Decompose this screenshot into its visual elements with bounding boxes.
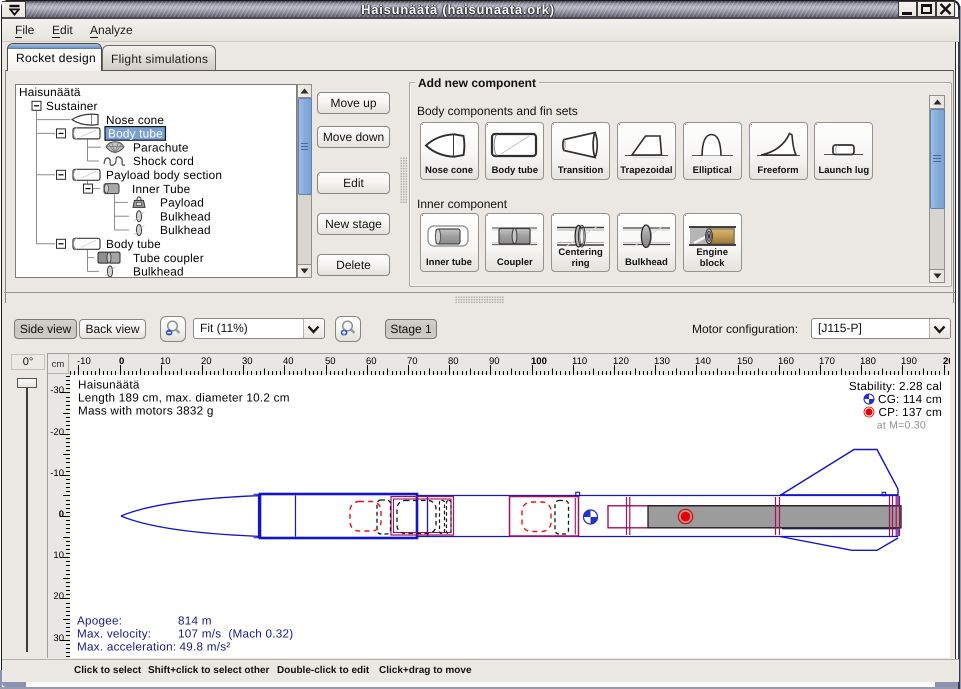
- svg-text:Bulkhead: Bulkhead: [160, 223, 211, 237]
- svg-text:Haisunäätä: Haisunäätä: [78, 379, 140, 392]
- svg-text:Tube coupler: Tube coupler: [133, 251, 204, 265]
- svg-text:Shock cord: Shock cord: [133, 154, 194, 168]
- svg-text:70: 70: [407, 356, 418, 367]
- svg-text:-10: -10: [77, 356, 91, 367]
- svg-text:190: 190: [901, 356, 917, 367]
- svg-text:-20: -20: [50, 427, 64, 438]
- svg-text:Payload: Payload: [160, 196, 204, 210]
- svg-text:Haisunäätä: Haisunäätä: [19, 85, 81, 99]
- svg-text:80: 80: [448, 356, 459, 367]
- svg-text:120: 120: [613, 356, 629, 367]
- svg-text:140: 140: [695, 356, 711, 367]
- svg-text:60: 60: [366, 356, 377, 367]
- svg-text:Mass with motors 3832 g: Mass with motors 3832 g: [78, 405, 214, 418]
- svg-text:30: 30: [53, 633, 64, 644]
- svg-text:Bulkhead: Bulkhead: [133, 265, 184, 277]
- svg-text:Body tube: Body tube: [108, 127, 163, 141]
- svg-text:20: 20: [53, 591, 64, 602]
- svg-text:Body tube: Body tube: [106, 237, 161, 251]
- svg-text:Max. acceleration:: Max. acceleration:: [77, 641, 176, 654]
- svg-text:Stability: 2.28 cal: Stability: 2.28 cal: [849, 380, 942, 393]
- svg-text:30: 30: [242, 356, 253, 367]
- svg-text:107 m/s (Mach 0.32): 107 m/s (Mach 0.32): [178, 628, 293, 641]
- svg-text:100: 100: [531, 356, 547, 367]
- svg-text:0: 0: [119, 356, 124, 367]
- svg-text:200: 200: [943, 356, 950, 367]
- svg-text:20: 20: [201, 356, 212, 367]
- svg-text:Length 189 cm, max. diameter 1: Length 189 cm, max. diameter 10.2 cm: [78, 392, 290, 405]
- svg-text:Apogee:: Apogee:: [77, 615, 122, 628]
- svg-text:CP: 137 cm: CP: 137 cm: [878, 406, 942, 419]
- svg-text:130: 130: [654, 356, 670, 367]
- svg-text:-30: -30: [50, 385, 64, 396]
- svg-text:90: 90: [489, 356, 500, 367]
- svg-text:180: 180: [860, 356, 876, 367]
- svg-text:Inner Tube: Inner Tube: [132, 182, 191, 196]
- svg-text:40: 40: [283, 356, 294, 367]
- svg-text:CG: 114 cm: CG: 114 cm: [878, 393, 942, 406]
- svg-text:814 m: 814 m: [178, 615, 212, 628]
- svg-text:Nose cone: Nose cone: [106, 113, 164, 127]
- svg-text:50: 50: [325, 356, 336, 367]
- svg-text:0: 0: [59, 509, 64, 520]
- svg-text:10: 10: [53, 550, 64, 561]
- svg-text:-10: -10: [50, 468, 64, 479]
- svg-text:10: 10: [160, 356, 171, 367]
- svg-text:Sustainer: Sustainer: [46, 99, 98, 113]
- svg-text:Max. velocity:: Max. velocity:: [77, 628, 151, 641]
- svg-text:at M=0.30: at M=0.30: [877, 420, 926, 432]
- svg-text:110: 110: [572, 356, 587, 367]
- svg-text:170: 170: [819, 356, 835, 367]
- svg-text:Payload body section: Payload body section: [106, 168, 222, 182]
- svg-text:160: 160: [778, 356, 794, 367]
- svg-text:Parachute: Parachute: [133, 140, 189, 154]
- svg-text:Bulkhead: Bulkhead: [160, 209, 211, 223]
- svg-text:49.8 m/s²: 49.8 m/s²: [180, 641, 231, 654]
- svg-text:150: 150: [737, 356, 753, 367]
